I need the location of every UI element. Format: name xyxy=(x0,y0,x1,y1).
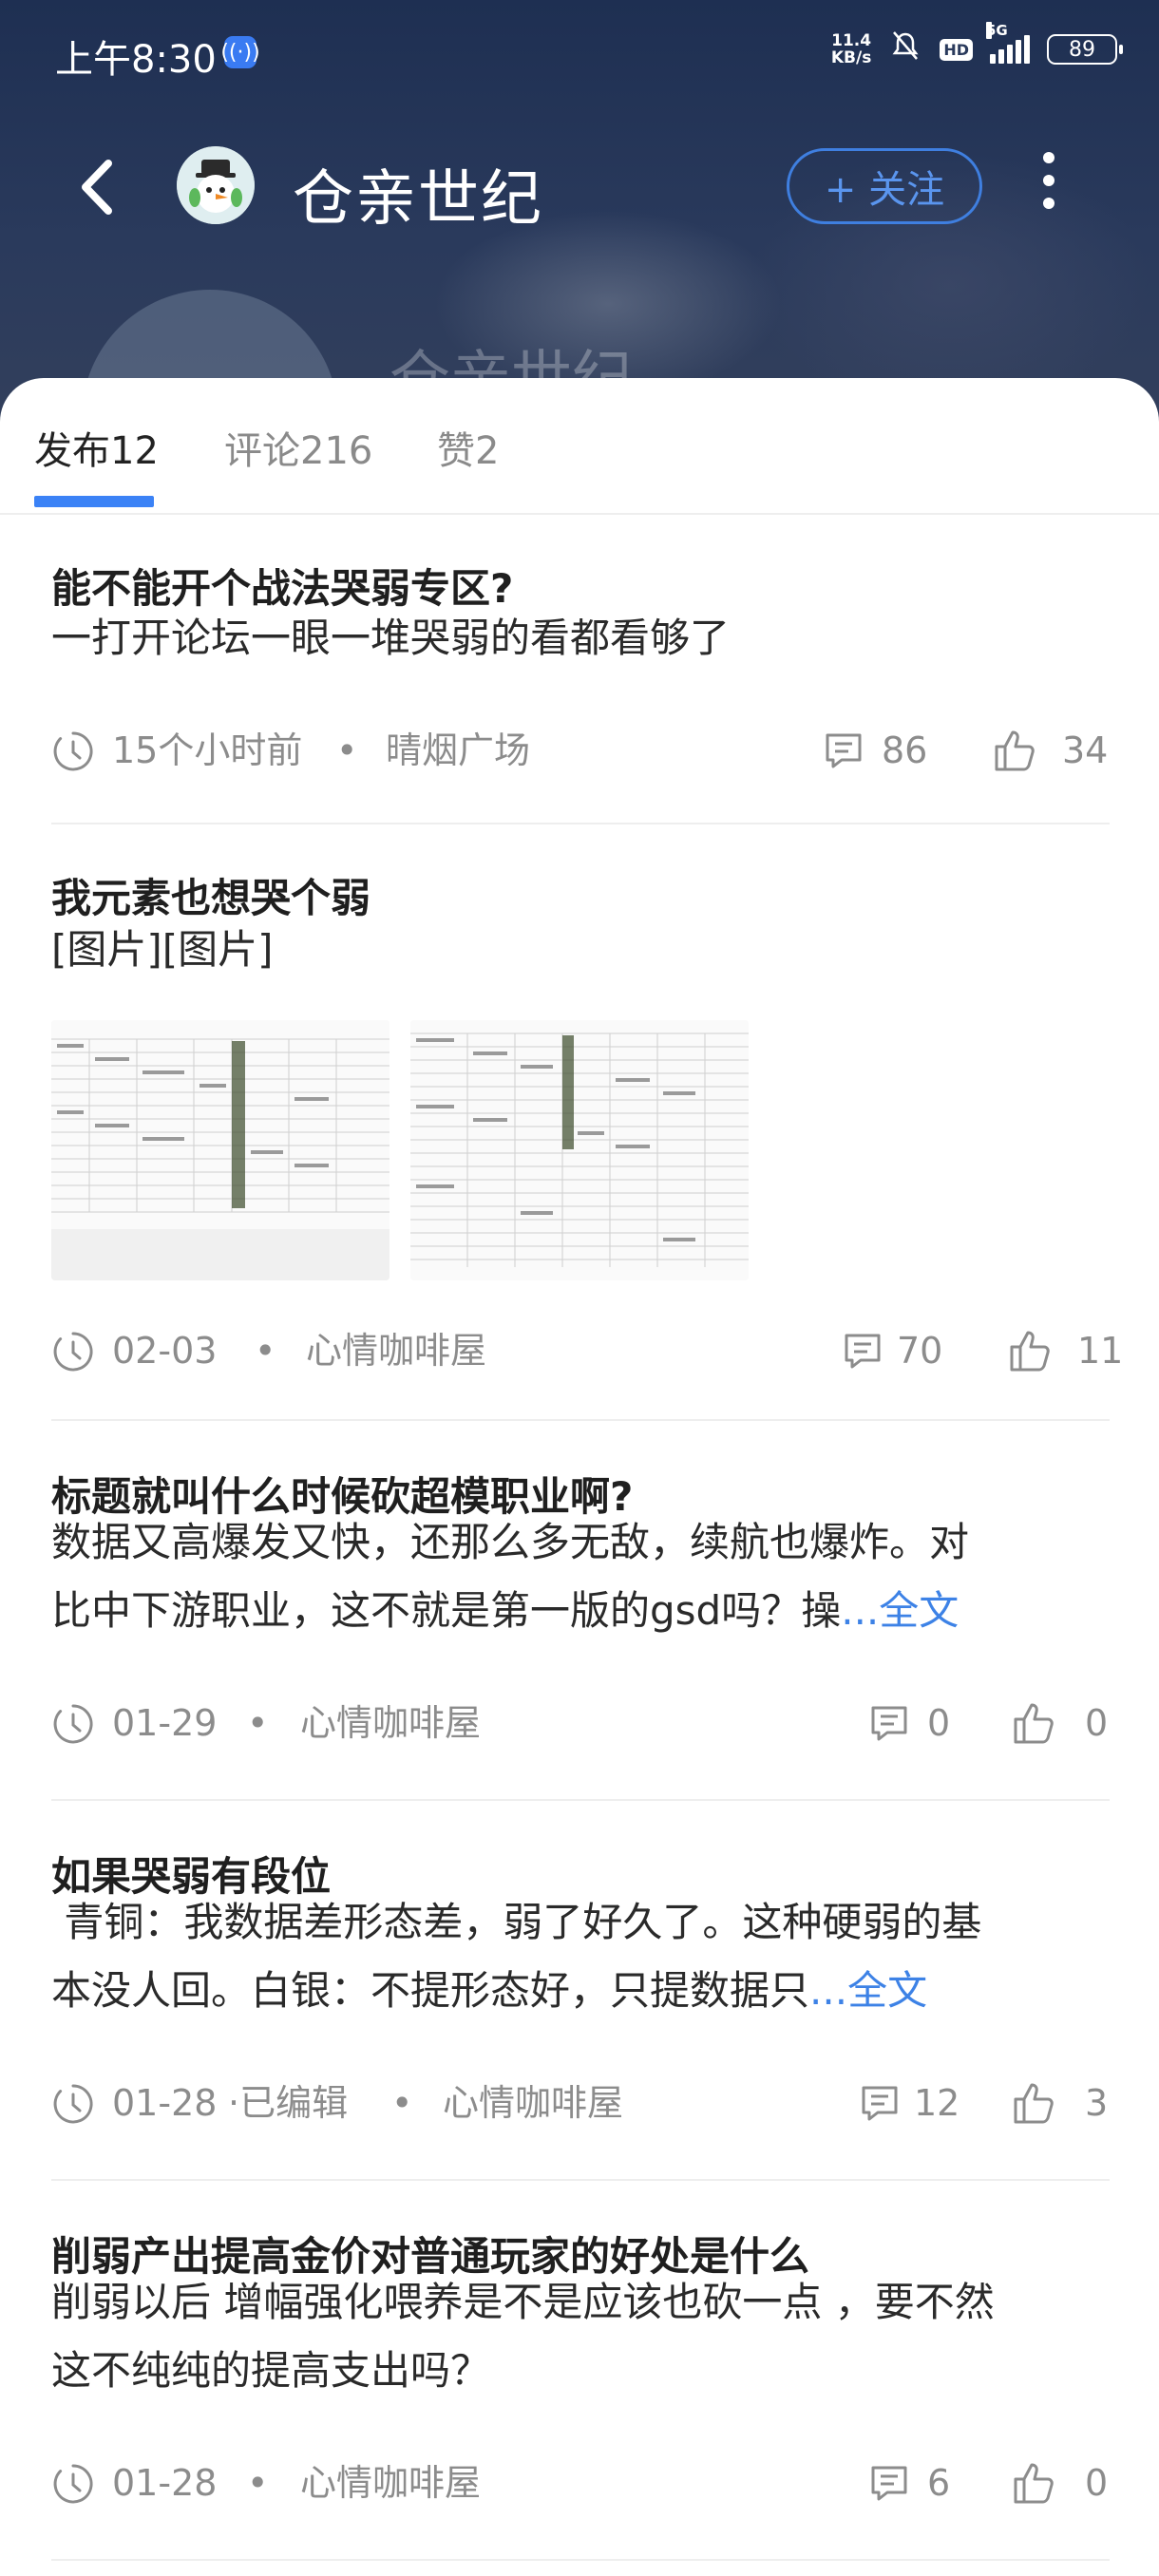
post-image[interactable] xyxy=(410,1020,749,1280)
board-name[interactable]: 心情咖啡屋 xyxy=(300,2454,481,2511)
like-count: 34 xyxy=(1062,729,1109,771)
post-meta: 01-28 • 心情咖啡屋 6 0 xyxy=(51,2454,1110,2511)
back-button[interactable] xyxy=(66,154,133,220)
battery-icon: 89 xyxy=(1047,34,1123,65)
clock-icon xyxy=(51,1702,95,1746)
meta-separator: • xyxy=(391,2082,413,2124)
tab-comments[interactable]: 评论216 xyxy=(224,420,372,475)
comment-count: 70 xyxy=(897,1330,943,1372)
board-name[interactable]: 心情咖啡屋 xyxy=(443,2074,623,2131)
meta-separator: • xyxy=(247,2462,269,2504)
comment-icon[interactable] xyxy=(842,1330,884,1372)
chevron-left-icon xyxy=(82,160,112,215)
post-body[interactable]: 一打开论坛一眼一堆哭弱的看都看够了 xyxy=(51,604,1110,672)
meta-separator: • xyxy=(255,1330,276,1372)
comment-count: 12 xyxy=(914,2082,960,2124)
follow-button[interactable]: + 关注 xyxy=(787,148,982,224)
list-item[interactable]: 我元素也想哭个弱 [图片][图片] 02-03 • 心情咖啡屋 70 11 xyxy=(51,823,1123,1421)
status-time: 上午8:30 xyxy=(55,38,217,82)
thumbs-up-icon[interactable] xyxy=(1011,2460,1056,2506)
content-sheet: 发布12 评论216 赞2 能不能开个战法哭弱专区? 一打开论坛一眼一堆哭弱的看… xyxy=(0,378,1159,2576)
read-full-link[interactable]: ...全文 xyxy=(841,1587,959,1634)
status-indicators: 11.4 KB/s HD 5G 89 xyxy=(831,22,1123,70)
tab-posts[interactable]: 发布12 xyxy=(34,420,159,475)
more-vertical-icon xyxy=(1043,152,1054,209)
post-body-text: 本没人回。白银：不提形态好，只提数据只 xyxy=(51,1967,810,2014)
thumbs-up-icon[interactable] xyxy=(1007,1328,1053,1373)
post-body[interactable]: 数据又高爆发又快，还那么多无敌，续航也爆炸。对 比中下游职业，这不就是第一版的g… xyxy=(51,1508,1110,1645)
page-title: 仓亲世纪 xyxy=(293,164,543,235)
post-meta: 02-03 • 心情咖啡屋 70 11 xyxy=(51,1322,1123,1379)
more-options-button[interactable] xyxy=(1043,152,1054,218)
avatar[interactable] xyxy=(177,146,255,224)
clock-icon xyxy=(51,1330,95,1373)
post-image[interactable] xyxy=(51,1020,390,1280)
post-time: 02-03 xyxy=(112,1330,218,1372)
post-body-line: 比中下游职业，这不就是第一版的gsd吗？操...全文 xyxy=(51,1577,1110,1645)
post-body-line: 削弱以后 增幅强化喂养是不是应该也砍一点 ，要不然 xyxy=(51,2279,995,2325)
comment-count: 86 xyxy=(882,729,928,771)
hotspot-icon: ((·)) xyxy=(220,36,260,68)
spreadsheet-thumbnail-icon xyxy=(51,1020,390,1280)
active-tab-indicator xyxy=(34,496,154,507)
cell-signal-icon: 5G xyxy=(986,22,1030,64)
read-full-link[interactable]: ...全文 xyxy=(809,1967,927,2014)
comment-count: 6 xyxy=(927,2462,951,2504)
tab-bar: 发布12 评论216 赞2 xyxy=(0,378,1159,515)
post-body-line: 这不纯纯的提高支出吗？ xyxy=(51,2347,491,2394)
comment-icon[interactable] xyxy=(859,2082,901,2124)
like-count: 0 xyxy=(1085,1702,1109,1744)
post-body[interactable]: 削弱以后 增幅强化喂养是不是应该也砍一点 ，要不然 这不纯纯的提高支出吗？ xyxy=(51,2268,1110,2405)
status-bar: 上午8:30 ((·)) 11.4 KB/s HD 5G 89 xyxy=(0,0,1159,104)
network-type: 5G xyxy=(986,22,1008,39)
clock-icon xyxy=(51,2082,95,2126)
post-time: 01-29 xyxy=(112,1702,218,1744)
post-images xyxy=(51,1020,773,1280)
post-meta: 15个小时前 • 晴烟广场 86 34 xyxy=(51,722,1110,779)
board-name[interactable]: 心情咖啡屋 xyxy=(306,1322,486,1379)
spreadsheet-thumbnail-icon xyxy=(410,1020,749,1280)
post-body[interactable]: 青铜：我数据差形态差，弱了好久了。这种硬弱的基 本没人回。白银：不提形态好，只提… xyxy=(51,1888,1110,2025)
post-body-line: 数据又高爆发又快，还那么多无敌，续航也爆炸。对 xyxy=(51,1519,970,1565)
comment-icon[interactable] xyxy=(868,1702,910,1744)
post-meta: 01-28 ·已编辑 • 心情咖啡屋 12 3 xyxy=(51,2074,1110,2131)
post-time: 01-28 xyxy=(112,2462,218,2504)
board-name[interactable]: 晴烟广场 xyxy=(386,722,530,779)
network-speed-value: 11.4 xyxy=(831,31,872,50)
thumbs-up-icon[interactable] xyxy=(992,728,1037,773)
comment-icon[interactable] xyxy=(868,2462,910,2504)
clock-icon xyxy=(51,2462,95,2506)
like-count: 11 xyxy=(1077,1330,1124,1372)
comment-count: 0 xyxy=(927,1702,951,1744)
post-body[interactable]: [图片][图片] xyxy=(51,916,1110,984)
meta-separator: • xyxy=(336,729,358,771)
network-speed: 11.4 KB/s xyxy=(831,32,871,66)
list-item[interactable]: 能不能开个战法哭弱专区? 一打开论坛一眼一堆哭弱的看都看够了 15个小时前 • … xyxy=(51,515,1110,824)
mute-bell-icon xyxy=(888,28,922,70)
post-meta: 01-29 • 心情咖啡屋 0 0 xyxy=(51,1695,1110,1752)
thumbs-up-icon[interactable] xyxy=(1011,2080,1056,2126)
comment-icon[interactable] xyxy=(823,729,864,771)
post-body-text: 比中下游职业，这不就是第一版的gsd吗？操 xyxy=(51,1587,842,1634)
snowman-avatar-icon xyxy=(177,146,255,224)
thumbs-up-icon[interactable] xyxy=(1011,1700,1056,1746)
like-count: 0 xyxy=(1085,2462,1109,2504)
profile-nav: 仓亲世纪 + 关注 xyxy=(0,133,1159,237)
edited-label: ·已编辑 xyxy=(228,2082,349,2124)
battery-level: 89 xyxy=(1069,37,1095,62)
network-speed-unit: KB/s xyxy=(830,48,872,67)
like-count: 3 xyxy=(1085,2082,1109,2124)
list-item[interactable]: 削弱产出提高金价对普通玩家的好处是什么 削弱以后 增幅强化喂养是不是应该也砍一点… xyxy=(51,2179,1110,2561)
post-time: 01-28 xyxy=(112,2082,218,2124)
hd-badge: HD xyxy=(940,38,973,61)
post-time: 15个小时前 xyxy=(112,729,303,771)
list-item[interactable]: 标题就叫什么时候砍超模职业啊? 数据又高爆发又快，还那么多无敌，续航也爆炸。对 … xyxy=(51,1419,1110,1801)
post-body-line: 本没人回。白银：不提形态好，只提数据只...全文 xyxy=(51,1957,1110,2025)
post-body-line: 青铜：我数据差形态差，弱了好久了。这种硬弱的基 xyxy=(51,1899,982,1945)
meta-separator: • xyxy=(247,1702,269,1744)
list-item[interactable]: 如果哭弱有段位 青铜：我数据差形态差，弱了好久了。这种硬弱的基 本没人回。白银：… xyxy=(51,1799,1110,2181)
board-name[interactable]: 心情咖啡屋 xyxy=(300,1695,481,1752)
clock-icon xyxy=(51,729,95,773)
tab-likes[interactable]: 赞2 xyxy=(437,420,499,475)
